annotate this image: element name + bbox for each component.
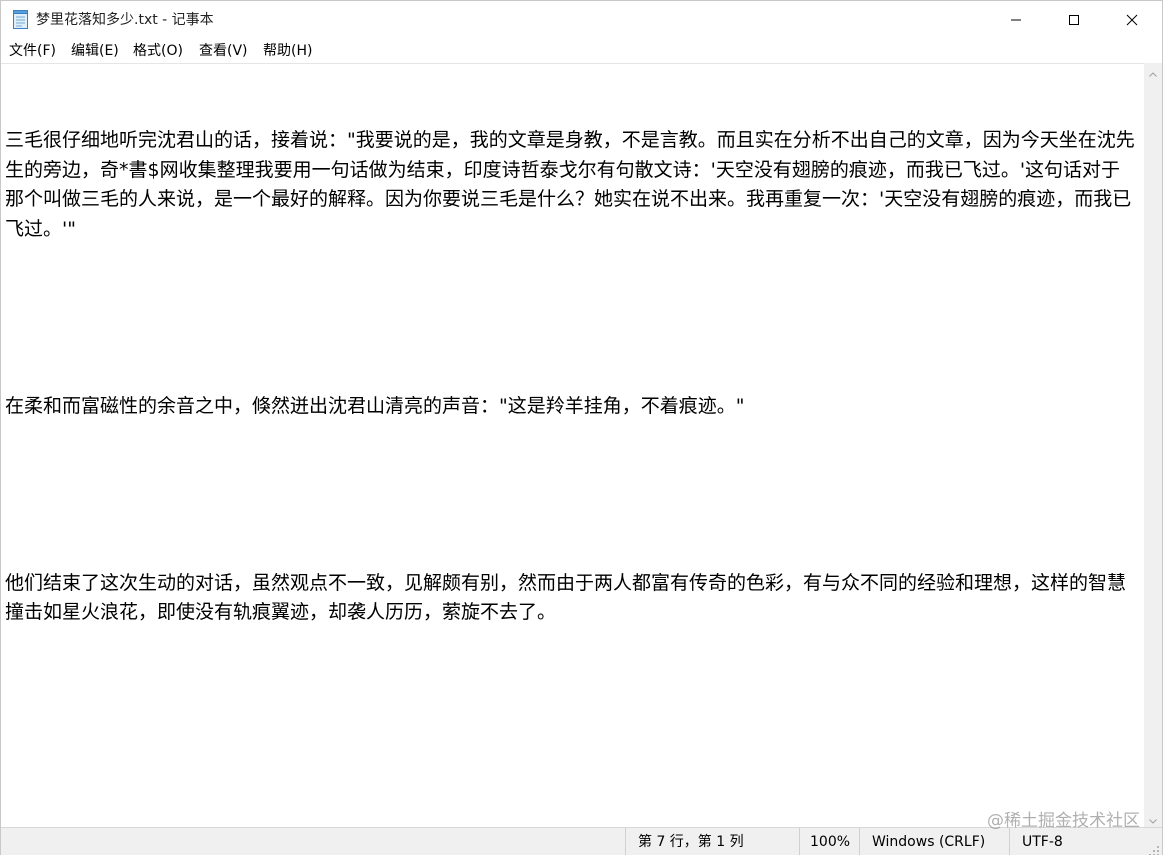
cursor-position: 第 7 行，第 1 列 [625,828,799,855]
document-text[interactable]: 三毛很仔细地听完沈君山的话，接着说："我要说的是，我的文章是身教，不是言教。而且… [5,67,1137,687]
chevron-up-icon [1149,62,1157,81]
watermark: @稀土掘金技术社区 [987,811,1140,831]
status-bar: 第 7 行，第 1 列 100% Windows (CRLF) UTF-8 @稀… [1,811,1162,855]
menu-file[interactable]: 文件(F) [9,42,56,60]
text-editor[interactable]: 三毛很仔细地听完沈君山的话，接着说："我要说的是，我的文章是身教，不是言教。而且… [1,63,1144,828]
window-title: 梦里花落知多少.txt - 记事本 [36,12,214,28]
zoom-level: 100% [799,828,859,855]
maximize-icon [1068,11,1080,30]
minimize-icon [1010,11,1022,30]
menu-format[interactable]: 格式(O) [133,42,183,60]
title-bar[interactable]: 梦里花落知多少.txt - 记事本 [1,1,1162,39]
close-icon [1126,11,1138,30]
blank-line: ​ [5,480,1137,510]
blank-line: ​ [5,303,1137,333]
paragraph: 他们结束了这次生动的对话，虽然观点不一致，见解颇有别，然而由于两人都富有传奇的色… [5,571,1127,624]
chevron-down-icon [1149,809,1157,828]
resize-grip-icon[interactable] [1148,842,1160,855]
line-ending: Windows (CRLF) [859,828,1009,855]
paragraph: 三毛很仔细地听完沈君山的话，接着说："我要说的是，我的文章是身教，不是言教。而且… [5,129,1135,240]
scroll-down-button[interactable] [1144,810,1162,827]
encoding: UTF-8 [1009,828,1141,855]
close-button[interactable] [1103,1,1161,39]
menu-bar: 文件(F) 编辑(E) 格式(O) 查看(V) 帮助(H) [1,39,1162,63]
menu-view[interactable]: 查看(V) [199,42,248,60]
notepad-window: 梦里花落知多少.txt - 记事本 文件(F) 编辑(E) 格式(O) 查看(V… [0,0,1163,855]
notepad-icon[interactable] [12,10,29,29]
maximize-button[interactable] [1045,1,1103,39]
minimize-button[interactable] [987,1,1045,39]
scroll-up-button[interactable] [1144,63,1162,80]
paragraph: 在柔和而富磁性的余音之中，倏然迸出沈君山清亮的声音："这是羚羊挂角，不着痕迹。" [5,394,745,417]
vertical-scrollbar[interactable] [1144,63,1162,827]
menu-help[interactable]: 帮助(H) [263,42,312,60]
menu-edit[interactable]: 编辑(E) [71,42,119,60]
